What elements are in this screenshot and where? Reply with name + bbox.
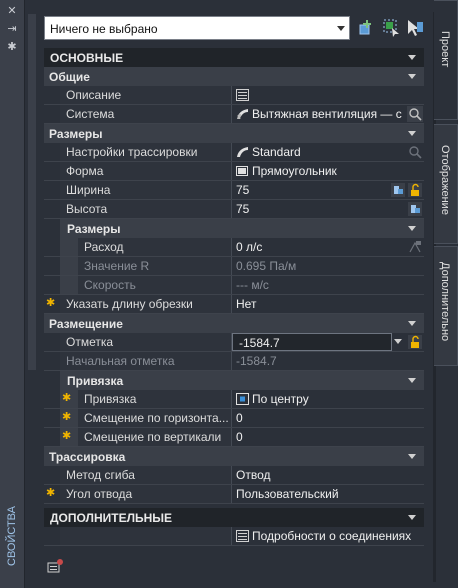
chevron-down-icon[interactable]: [408, 226, 416, 231]
asterisk-icon: ✱: [62, 430, 72, 442]
asterisk-icon: ✱: [62, 411, 72, 423]
bend-angle-value[interactable]: Пользовательский: [232, 485, 424, 503]
shape-value[interactable]: Прямоугольник: [232, 162, 424, 180]
chevron-down-icon[interactable]: [337, 26, 345, 31]
prop-system[interactable]: Система Вытяжная вентиляция — с: [44, 105, 424, 124]
prop-justification[interactable]: ✱ Привязка По центру: [44, 390, 424, 409]
section-sizes[interactable]: Размеры: [44, 124, 424, 143]
bend-method-value[interactable]: Отвод: [232, 466, 424, 484]
tab-project[interactable]: Проект: [434, 0, 458, 120]
tab-display[interactable]: Отображение: [434, 124, 458, 244]
chevron-down-icon[interactable]: [408, 55, 416, 60]
lock-icon[interactable]: [408, 183, 422, 197]
section-routing[interactable]: Трассировка: [44, 447, 424, 466]
quick-select-icon[interactable]: [382, 18, 402, 38]
palette-settings-icon[interactable]: ✱: [4, 40, 20, 54]
chevron-down-icon[interactable]: [408, 131, 416, 136]
calculator-icon[interactable]: [407, 239, 423, 255]
search-icon[interactable]: [407, 106, 423, 122]
chevron-down-icon[interactable]: [408, 321, 416, 326]
asterisk-icon: ✱: [62, 392, 72, 404]
lock-icon[interactable]: [408, 335, 422, 349]
prop-bend-method[interactable]: Метод сгиба Отвод: [44, 466, 424, 485]
asterisk-icon: ✱: [46, 487, 56, 499]
prop-flow[interactable]: Расход 0 л/с: [44, 238, 424, 257]
pick-value-icon[interactable]: [391, 183, 405, 197]
chevron-down-icon[interactable]: [408, 74, 416, 79]
section-extra[interactable]: ДОПОЛНИТЕЛЬНЫЕ: [44, 508, 424, 527]
pick-value-icon[interactable]: [408, 202, 422, 216]
quick-properties-icon[interactable]: [46, 558, 64, 574]
exhaust-system-icon: [237, 109, 248, 119]
justification-value[interactable]: По центру: [232, 390, 424, 408]
prop-elevation[interactable]: Отметка -1584.7: [44, 333, 424, 352]
palette-title-bar: ✕ ⇥ ✱ СВОЙСТВА: [0, 0, 25, 588]
select-objects-icon[interactable]: [405, 18, 425, 38]
center-justification-icon: [236, 393, 249, 405]
prop-height[interactable]: Высота 75: [44, 200, 424, 219]
prop-vertical-offset[interactable]: ✱ Смещение по вертикали 0: [44, 428, 424, 447]
prop-cut-length[interactable]: ✱ Указать длину обрезки Нет: [44, 295, 424, 314]
start-elevation-value: -1584.7: [236, 354, 277, 368]
section-sizes-sub[interactable]: Размеры: [44, 219, 424, 238]
prop-description[interactable]: Описание: [44, 86, 424, 105]
prop-connection-details[interactable]: Подробности о соединениях: [44, 527, 424, 546]
property-grid: ОСНОВНЫЕ Общие Описание Система Вытяжная…: [44, 48, 424, 546]
horizontal-offset-value[interactable]: 0: [232, 409, 424, 427]
properties-panel: Ничего не выбрано ОСНОВНЫЕ Общие Описани…: [38, 12, 430, 582]
autohide-icon[interactable]: ⇥: [4, 22, 20, 36]
grip-strip[interactable]: [28, 14, 36, 370]
description-value[interactable]: [232, 86, 424, 104]
chevron-down-icon[interactable]: [408, 378, 416, 383]
prop-routing-preference[interactable]: Настройки трассировки Standard: [44, 143, 424, 162]
palette-title: СВОЙСТВА: [6, 506, 18, 566]
chevron-down-icon[interactable]: [394, 339, 402, 344]
prop-r-value: Значение R 0.695 Па/м: [44, 257, 424, 276]
flow-value[interactable]: 0 л/с: [232, 238, 424, 256]
routing-preference-value[interactable]: Standard: [232, 143, 424, 161]
description-editor-icon[interactable]: [236, 89, 249, 101]
prop-width[interactable]: Ширина 75: [44, 181, 424, 200]
width-value[interactable]: 75: [232, 181, 424, 199]
prop-velocity: Скорость --- м/с: [44, 276, 424, 295]
prop-horizontal-offset[interactable]: ✱ Смещение по горизонта... 0: [44, 409, 424, 428]
details-table-icon[interactable]: [236, 530, 249, 542]
connection-details-value[interactable]: Подробности о соединениях: [232, 527, 424, 545]
vertical-offset-value[interactable]: 0: [232, 428, 424, 446]
duct-routing-icon: [237, 147, 248, 157]
chevron-down-icon[interactable]: [408, 515, 416, 520]
selection-value: Ничего не выбрано: [50, 22, 158, 36]
prop-bend-angle[interactable]: ✱ Угол отвода Пользовательский: [44, 485, 424, 504]
chevron-down-icon[interactable]: [408, 454, 416, 459]
cut-length-value[interactable]: Нет: [232, 295, 424, 313]
selection-dropdown[interactable]: Ничего не выбрано: [44, 16, 350, 40]
prop-shape[interactable]: Форма Прямоугольник: [44, 162, 424, 181]
rectangle-shape-icon: [236, 166, 248, 176]
elevation-value[interactable]: -1584.7: [232, 333, 424, 351]
height-value[interactable]: 75: [232, 200, 424, 218]
add-to-selection-icon[interactable]: [358, 18, 378, 38]
section-general[interactable]: Общие: [44, 67, 424, 86]
search-icon[interactable]: [407, 144, 423, 160]
velocity-value: --- м/с: [236, 278, 269, 292]
section-placement[interactable]: Размещение: [44, 314, 424, 333]
system-value[interactable]: Вытяжная вентиляция — с: [232, 105, 424, 123]
section-main[interactable]: ОСНОВНЫЕ: [44, 48, 424, 67]
tab-extended[interactable]: Дополнительно: [434, 246, 458, 366]
close-icon[interactable]: ✕: [4, 4, 20, 18]
prop-start-elevation: Начальная отметка -1584.7: [44, 352, 424, 371]
elevation-input[interactable]: -1584.7: [232, 333, 392, 351]
asterisk-icon: ✱: [46, 297, 56, 309]
r-value: 0.695 Па/м: [236, 259, 297, 273]
section-binding[interactable]: Привязка: [44, 371, 424, 390]
